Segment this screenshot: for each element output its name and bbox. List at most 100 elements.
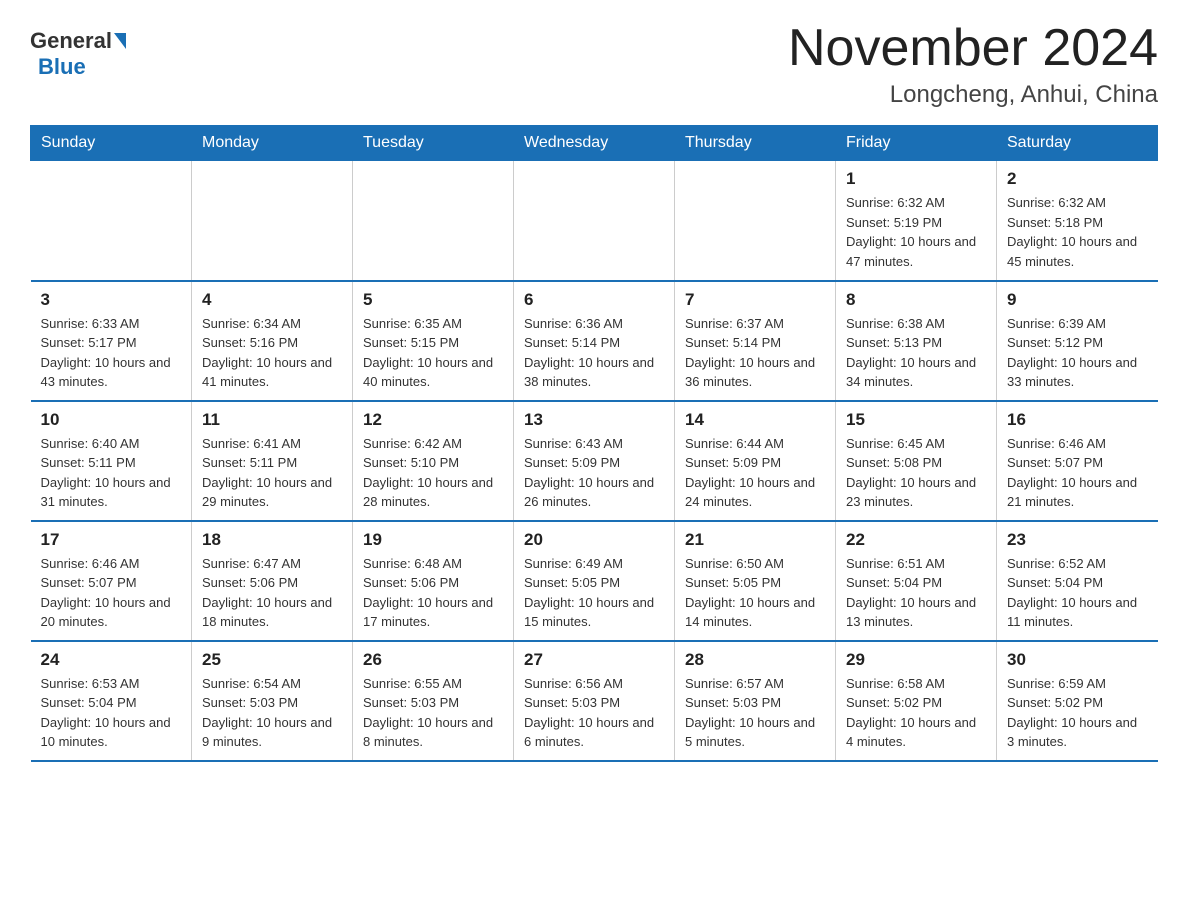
- calendar-cell: 3 Sunrise: 6:33 AM Sunset: 5:17 PM Daylig…: [31, 281, 192, 401]
- title-block: November 2024 Longcheng, Anhui, China: [788, 20, 1158, 109]
- weekday-header-row: Sunday Monday Tuesday Wednesday Thursday…: [31, 126, 1158, 161]
- day-number: 7: [685, 290, 825, 310]
- calendar-cell: 29 Sunrise: 6:58 AM Sunset: 5:02 PM Dayli…: [836, 641, 997, 761]
- day-info: Sunrise: 6:32 AM Sunset: 5:19 PM Dayligh…: [846, 193, 986, 271]
- calendar-week-row: 24 Sunrise: 6:53 AM Sunset: 5:04 PM Dayli…: [31, 641, 1158, 761]
- day-number: 29: [846, 650, 986, 670]
- calendar-cell: 9Sunrise: 6:39 AM Sunset: 5:12 PM Daylig…: [997, 281, 1158, 401]
- day-number: 18: [202, 530, 342, 550]
- calendar-cell: 12 Sunrise: 6:42 AM Sunset: 5:10 PM Dayli…: [353, 401, 514, 521]
- day-number: 1: [846, 169, 986, 189]
- calendar-cell: 13 Sunrise: 6:43 AM Sunset: 5:09 PM Dayli…: [514, 401, 675, 521]
- calendar-cell: 22 Sunrise: 6:51 AM Sunset: 5:04 PM Dayli…: [836, 521, 997, 641]
- calendar-cell: [31, 161, 192, 281]
- day-info: Sunrise: 6:56 AM Sunset: 5:03 PM Dayligh…: [524, 674, 664, 752]
- day-number: 27: [524, 650, 664, 670]
- location-title: Longcheng, Anhui, China: [788, 81, 1158, 109]
- day-number: 30: [1007, 650, 1148, 670]
- logo-arrow-icon: [114, 33, 126, 49]
- day-info: Sunrise: 6:36 AM Sunset: 5:14 PM Dayligh…: [524, 314, 664, 392]
- day-number: 10: [41, 410, 182, 430]
- logo-general-text: General: [30, 28, 112, 54]
- day-info: Sunrise: 6:33 AM Sunset: 5:17 PM Dayligh…: [41, 314, 182, 392]
- day-number: 8: [846, 290, 986, 310]
- day-info: Sunrise: 6:53 AM Sunset: 5:04 PM Dayligh…: [41, 674, 182, 752]
- calendar-cell: 17Sunrise: 6:46 AM Sunset: 5:07 PM Dayli…: [31, 521, 192, 641]
- calendar-cell: 18 Sunrise: 6:47 AM Sunset: 5:06 PM Dayli…: [192, 521, 353, 641]
- calendar-week-row: 17Sunrise: 6:46 AM Sunset: 5:07 PM Dayli…: [31, 521, 1158, 641]
- day-info: Sunrise: 6:55 AM Sunset: 5:03 PM Dayligh…: [363, 674, 503, 752]
- day-info: Sunrise: 6:47 AM Sunset: 5:06 PM Dayligh…: [202, 554, 342, 632]
- calendar-cell: 16Sunrise: 6:46 AM Sunset: 5:07 PM Dayli…: [997, 401, 1158, 521]
- day-info: Sunrise: 6:46 AM Sunset: 5:07 PM Dayligh…: [1007, 434, 1148, 512]
- day-info: Sunrise: 6:52 AM Sunset: 5:04 PM Dayligh…: [1007, 554, 1148, 632]
- logo-text: General: [30, 28, 126, 54]
- day-info: Sunrise: 6:57 AM Sunset: 5:03 PM Dayligh…: [685, 674, 825, 752]
- day-info: Sunrise: 6:42 AM Sunset: 5:10 PM Dayligh…: [363, 434, 503, 512]
- day-info: Sunrise: 6:58 AM Sunset: 5:02 PM Dayligh…: [846, 674, 986, 752]
- day-number: 4: [202, 290, 342, 310]
- calendar-cell: 25 Sunrise: 6:54 AM Sunset: 5:03 PM Dayli…: [192, 641, 353, 761]
- day-info: Sunrise: 6:59 AM Sunset: 5:02 PM Dayligh…: [1007, 674, 1148, 752]
- calendar-cell: 26Sunrise: 6:55 AM Sunset: 5:03 PM Dayli…: [353, 641, 514, 761]
- logo-blue-text: Blue: [38, 54, 86, 80]
- calendar-cell: 15 Sunrise: 6:45 AM Sunset: 5:08 PM Dayli…: [836, 401, 997, 521]
- day-number: 15: [846, 410, 986, 430]
- calendar-cell: 5 Sunrise: 6:35 AM Sunset: 5:15 PM Daylig…: [353, 281, 514, 401]
- calendar-cell: 4Sunrise: 6:34 AM Sunset: 5:16 PM Daylig…: [192, 281, 353, 401]
- day-info: Sunrise: 6:38 AM Sunset: 5:13 PM Dayligh…: [846, 314, 986, 392]
- day-info: Sunrise: 6:48 AM Sunset: 5:06 PM Dayligh…: [363, 554, 503, 632]
- day-number: 12: [363, 410, 503, 430]
- day-info: Sunrise: 6:44 AM Sunset: 5:09 PM Dayligh…: [685, 434, 825, 512]
- day-info: Sunrise: 6:35 AM Sunset: 5:15 PM Dayligh…: [363, 314, 503, 392]
- calendar-cell: 23 Sunrise: 6:52 AM Sunset: 5:04 PM Dayli…: [997, 521, 1158, 641]
- day-number: 25: [202, 650, 342, 670]
- header-friday: Friday: [836, 126, 997, 161]
- calendar-cell: [192, 161, 353, 281]
- day-info: Sunrise: 6:50 AM Sunset: 5:05 PM Dayligh…: [685, 554, 825, 632]
- day-number: 14: [685, 410, 825, 430]
- header-wednesday: Wednesday: [514, 126, 675, 161]
- calendar-cell: 28 Sunrise: 6:57 AM Sunset: 5:03 PM Dayli…: [675, 641, 836, 761]
- day-info: Sunrise: 6:43 AM Sunset: 5:09 PM Dayligh…: [524, 434, 664, 512]
- day-info: Sunrise: 6:41 AM Sunset: 5:11 PM Dayligh…: [202, 434, 342, 512]
- header-tuesday: Tuesday: [353, 126, 514, 161]
- calendar-cell: 27 Sunrise: 6:56 AM Sunset: 5:03 PM Dayli…: [514, 641, 675, 761]
- day-number: 23: [1007, 530, 1148, 550]
- calendar-cell: 7 Sunrise: 6:37 AM Sunset: 5:14 PM Daylig…: [675, 281, 836, 401]
- calendar-cell: 30 Sunrise: 6:59 AM Sunset: 5:02 PM Dayli…: [997, 641, 1158, 761]
- day-number: 24: [41, 650, 182, 670]
- day-number: 5: [363, 290, 503, 310]
- logo: General Blue: [30, 20, 126, 80]
- header-monday: Monday: [192, 126, 353, 161]
- header-sunday: Sunday: [31, 126, 192, 161]
- calendar-cell: 10Sunrise: 6:40 AM Sunset: 5:11 PM Dayli…: [31, 401, 192, 521]
- day-number: 22: [846, 530, 986, 550]
- calendar-week-row: 3 Sunrise: 6:33 AM Sunset: 5:17 PM Daylig…: [31, 281, 1158, 401]
- calendar-table: Sunday Monday Tuesday Wednesday Thursday…: [30, 125, 1158, 762]
- day-info: Sunrise: 6:51 AM Sunset: 5:04 PM Dayligh…: [846, 554, 986, 632]
- day-info: Sunrise: 6:37 AM Sunset: 5:14 PM Dayligh…: [685, 314, 825, 392]
- calendar-cell: 2 Sunrise: 6:32 AM Sunset: 5:18 PM Daylig…: [997, 161, 1158, 281]
- day-number: 13: [524, 410, 664, 430]
- day-info: Sunrise: 6:54 AM Sunset: 5:03 PM Dayligh…: [202, 674, 342, 752]
- day-number: 3: [41, 290, 182, 310]
- day-number: 19: [363, 530, 503, 550]
- calendar-cell: [675, 161, 836, 281]
- calendar-cell: 20Sunrise: 6:49 AM Sunset: 5:05 PM Dayli…: [514, 521, 675, 641]
- calendar-cell: [514, 161, 675, 281]
- calendar-cell: 1 Sunrise: 6:32 AM Sunset: 5:19 PM Daylig…: [836, 161, 997, 281]
- day-number: 20: [524, 530, 664, 550]
- day-info: Sunrise: 6:45 AM Sunset: 5:08 PM Dayligh…: [846, 434, 986, 512]
- day-number: 17: [41, 530, 182, 550]
- day-number: 2: [1007, 169, 1148, 189]
- day-number: 28: [685, 650, 825, 670]
- page-header: General Blue November 2024 Longcheng, An…: [30, 20, 1158, 109]
- day-number: 11: [202, 410, 342, 430]
- calendar-week-row: 1 Sunrise: 6:32 AM Sunset: 5:19 PM Daylig…: [31, 161, 1158, 281]
- calendar-week-row: 10Sunrise: 6:40 AM Sunset: 5:11 PM Dayli…: [31, 401, 1158, 521]
- calendar-cell: [353, 161, 514, 281]
- calendar-cell: 14 Sunrise: 6:44 AM Sunset: 5:09 PM Dayli…: [675, 401, 836, 521]
- day-number: 9: [1007, 290, 1148, 310]
- day-info: Sunrise: 6:32 AM Sunset: 5:18 PM Dayligh…: [1007, 193, 1148, 271]
